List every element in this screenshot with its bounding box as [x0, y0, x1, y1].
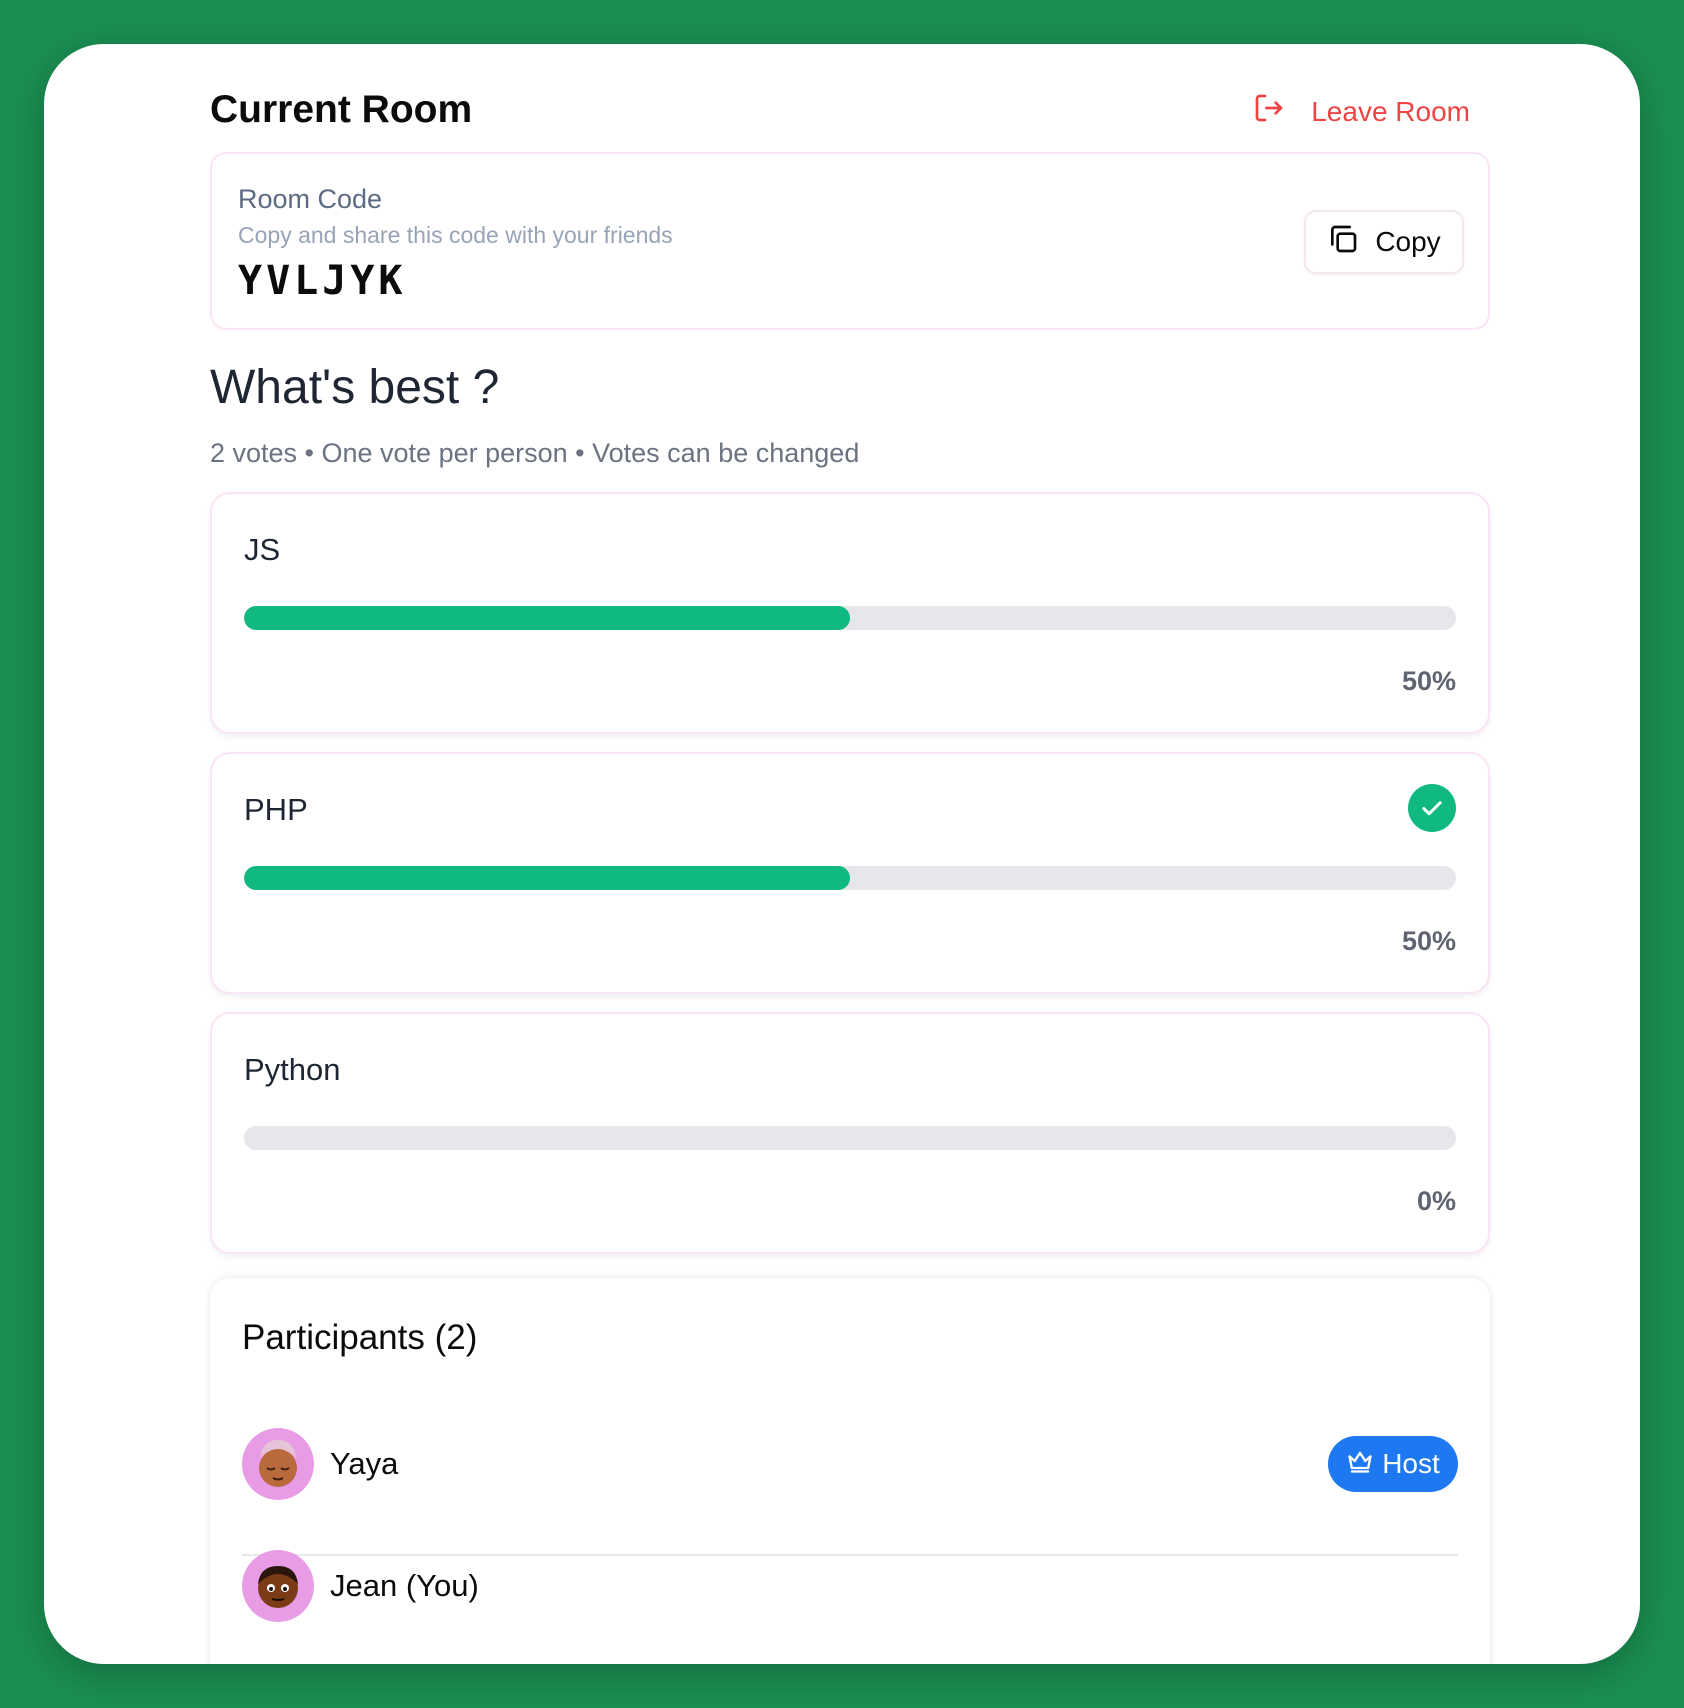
- participant-row: Yaya Host: [242, 1428, 1458, 1500]
- progress-track: [244, 866, 1456, 890]
- host-badge: Host: [1328, 1436, 1458, 1492]
- participants-title: Participants (2): [242, 1318, 478, 1357]
- page-title: Current Room: [210, 88, 473, 131]
- option-percent: 50%: [1401, 926, 1456, 956]
- room-code-label: Room Code: [238, 184, 383, 214]
- leave-room-button[interactable]: Leave Room: [1253, 92, 1470, 131]
- progress-fill: [244, 866, 850, 890]
- participant-name: Yaya: [330, 1446, 399, 1481]
- avatar: [242, 1428, 314, 1500]
- option-label: JS: [244, 532, 281, 567]
- option-label: Python: [244, 1052, 341, 1087]
- copy-label: Copy: [1375, 226, 1441, 257]
- avatar: [242, 1550, 314, 1622]
- header: Current Room Leave Room: [210, 80, 1490, 140]
- poll-option-python[interactable]: Python 0%: [210, 1012, 1490, 1254]
- participant-row: Jean (You): [242, 1550, 1458, 1622]
- poll-question: What's best ?: [210, 361, 500, 414]
- host-badge-label: Host: [1382, 1448, 1440, 1479]
- poll-meta: 2 votes • One vote per person • Votes ca…: [210, 438, 860, 468]
- option-label: PHP: [244, 792, 308, 827]
- room-code-subtitle: Copy and share this code with your frien…: [238, 222, 673, 248]
- app-window: Current Room Leave Room Room Code Copy a…: [44, 44, 1640, 1664]
- room-code-card: Room Code Copy and share this code with …: [210, 152, 1490, 330]
- copy-icon: [1327, 223, 1359, 262]
- option-percent: 0%: [1416, 1186, 1456, 1216]
- crown-icon: [1346, 1447, 1374, 1482]
- progress-fill: [244, 606, 850, 630]
- participant-name: Jean (You): [330, 1568, 479, 1603]
- participants-card: Participants (2) Yaya Host Jean (You): [210, 1278, 1490, 1664]
- check-icon: [1408, 784, 1456, 832]
- progress-track: [244, 606, 1456, 630]
- poll-option-js[interactable]: JS 50%: [210, 492, 1490, 734]
- poll-option-php[interactable]: PHP 50%: [210, 752, 1490, 994]
- progress-track: [244, 1126, 1456, 1150]
- copy-button[interactable]: Copy: [1304, 210, 1464, 274]
- leave-room-label: Leave Room: [1311, 95, 1470, 127]
- option-percent: 50%: [1401, 666, 1456, 696]
- room-code-value: YVLJYK: [238, 258, 407, 304]
- logout-icon: [1253, 92, 1285, 131]
